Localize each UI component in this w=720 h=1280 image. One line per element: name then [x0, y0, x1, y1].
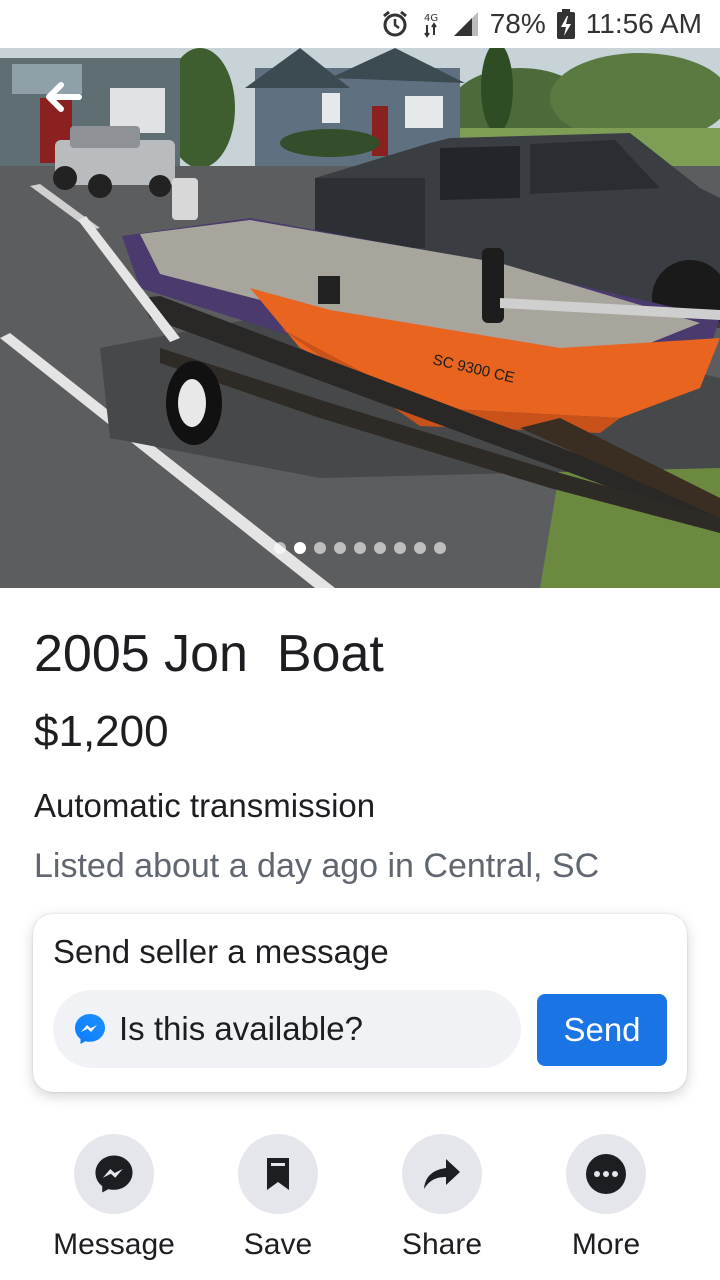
alarm-clock-icon: [380, 9, 410, 39]
more-dots-icon: [586, 1154, 626, 1194]
listing-attribute: Automatic transmission: [34, 787, 376, 824]
listing-location-time: Listed about a day ago in Central, SC: [34, 847, 600, 885]
message-input-text: Is this available?: [119, 1010, 363, 1047]
back-button[interactable]: [40, 74, 86, 120]
message-input[interactable]: Is this available?: [53, 990, 521, 1068]
pagination-dot: [374, 542, 386, 554]
share-action-label: Share: [401, 1228, 483, 1261]
pagination-dot: [354, 542, 366, 554]
save-action-circle: [238, 1134, 318, 1214]
send-button[interactable]: Send: [537, 994, 667, 1066]
pagination-dot: [414, 542, 426, 554]
more-action-button[interactable]: More: [524, 1134, 688, 1262]
listing-photo[interactable]: SC 9300 CE: [0, 48, 720, 588]
message-action-label: Message: [53, 1228, 175, 1261]
save-action-label: Save: [243, 1228, 313, 1261]
message-card-title: Send seller a message: [53, 933, 389, 970]
photo-pagination: [0, 542, 720, 554]
messenger-icon: [75, 1014, 105, 1044]
clock-time: 11:56 AM: [585, 8, 702, 39]
message-action-button[interactable]: Message: [32, 1134, 196, 1262]
pagination-dot: [274, 542, 286, 554]
bookmark-icon: [267, 1158, 289, 1190]
pagination-dot: [334, 542, 346, 554]
action-bar: Message Save Share More: [0, 1134, 720, 1280]
send-seller-message-card: Send seller a message Is this available?…: [33, 914, 687, 1092]
arrow-left-icon: [46, 82, 82, 112]
listing-title: 2005 Jon Boat: [34, 625, 384, 683]
listing-price: $1,200: [34, 707, 169, 756]
network-label: 4G: [424, 13, 438, 24]
listing-details: 2005 Jon Boat $1,200 Automatic transmiss…: [0, 588, 720, 886]
battery-charging-icon: [556, 8, 576, 40]
battery-percent: 78%: [489, 8, 546, 39]
pagination-dot: [394, 542, 406, 554]
pagination-dot: [434, 542, 446, 554]
boat-photo-illustration: SC 9300 CE: [0, 48, 720, 588]
more-action-circle: [566, 1134, 646, 1214]
message-input-row: Is this available? Send: [53, 990, 667, 1070]
share-action-button[interactable]: Share: [360, 1134, 524, 1262]
status-bar: 4G 78% 11:56 AM: [0, 0, 720, 48]
more-action-label: More: [571, 1228, 641, 1261]
share-arrow-icon: [424, 1159, 460, 1189]
network-4g-icon: 4G: [420, 9, 442, 39]
share-action-circle: [402, 1134, 482, 1214]
pagination-dot: [294, 542, 306, 554]
pagination-dot: [314, 542, 326, 554]
save-action-button[interactable]: Save: [196, 1134, 360, 1262]
message-action-circle: [74, 1134, 154, 1214]
signal-strength-icon: [452, 10, 480, 38]
messenger-icon: [95, 1155, 133, 1193]
